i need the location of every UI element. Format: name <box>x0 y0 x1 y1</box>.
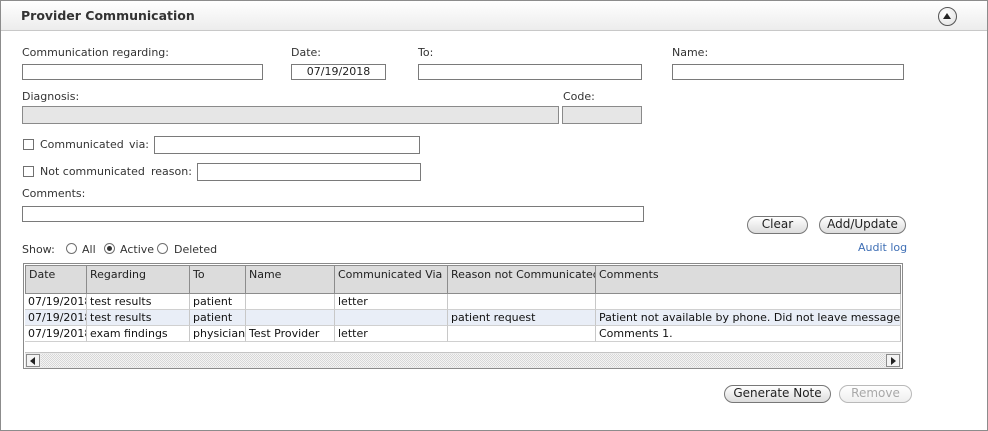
communications-table: Date Regarding To Name Communicated Via … <box>23 263 903 369</box>
table-cell: Test Provider <box>246 326 335 342</box>
to-input[interactable] <box>418 64 642 80</box>
name-label: Name: <box>672 46 709 59</box>
table-cell <box>246 294 335 310</box>
show-all-label: All <box>82 243 96 256</box>
table-cell: test results <box>87 294 190 310</box>
table-cell: Comments 1. <box>596 326 901 342</box>
not-communicated-label: Not communicated <box>40 165 145 178</box>
column-header-date[interactable]: Date <box>25 265 87 294</box>
table-cell <box>596 294 901 310</box>
diagnosis-label: Diagnosis: <box>22 90 80 103</box>
table-cell: Patient not available by phone. Did not … <box>596 310 901 326</box>
code-label: Code: <box>563 90 595 103</box>
audit-log-link[interactable]: Audit log <box>858 241 907 254</box>
column-header-reason-not-communicated[interactable]: Reason not Communicated <box>448 265 596 294</box>
column-header-communicated-via[interactable]: Communicated Via <box>335 265 448 294</box>
diagnosis-input[interactable] <box>22 106 559 124</box>
table-cell: letter <box>335 294 448 310</box>
table-cell: 07/19/2018 <box>25 326 87 342</box>
name-input[interactable] <box>672 64 904 80</box>
collapse-up-icon[interactable] <box>938 7 957 26</box>
to-label: To: <box>418 46 434 59</box>
table-cell: 07/19/2018 <box>25 310 87 326</box>
generate-note-button[interactable]: Generate Note <box>724 385 831 403</box>
communication-regarding-label: Communication regarding: <box>22 46 169 59</box>
reason-label: reason: <box>151 165 192 178</box>
show-label: Show: <box>22 243 55 256</box>
table-cell <box>448 326 596 342</box>
table-cell <box>335 310 448 326</box>
table-cell: patient <box>190 294 246 310</box>
add-update-button[interactable]: Add/Update <box>819 216 906 234</box>
show-all-radio[interactable] <box>66 243 77 254</box>
table-cell: test results <box>87 310 190 326</box>
reason-input[interactable] <box>197 163 421 181</box>
comments-input[interactable] <box>22 206 644 222</box>
date-label: Date: <box>291 46 321 59</box>
panel-title: Provider Communication <box>21 8 195 23</box>
show-active-label: Active <box>120 243 155 256</box>
remove-button[interactable]: Remove <box>839 385 912 403</box>
not-communicated-checkbox[interactable] <box>23 166 34 177</box>
column-header-name[interactable]: Name <box>246 265 335 294</box>
table-cell <box>448 294 596 310</box>
scroll-right-arrow-icon[interactable] <box>886 354 900 367</box>
table-row[interactable]: 07/19/2018 test results patient letter <box>25 294 901 310</box>
table-header: Date Regarding To Name Communicated Via … <box>25 265 901 294</box>
table-cell: exam findings <box>87 326 190 342</box>
show-deleted-radio[interactable] <box>157 243 168 254</box>
table-cell: patient request <box>448 310 596 326</box>
via-input[interactable] <box>154 136 420 154</box>
panel-header: Provider Communication <box>1 1 987 31</box>
date-input[interactable]: 07/19/2018 <box>291 64 386 80</box>
table-cell: 07/19/2018 <box>25 294 87 310</box>
table-cell <box>246 310 335 326</box>
column-header-to[interactable]: To <box>190 265 246 294</box>
show-deleted-label: Deleted <box>174 243 218 256</box>
communicated-checkbox[interactable] <box>23 139 34 150</box>
table-cell: letter <box>335 326 448 342</box>
table-row[interactable]: 07/19/2018 exam findings physician Test … <box>25 326 901 342</box>
table-cell: patient <box>190 310 246 326</box>
communicated-label: Communicated <box>40 138 124 151</box>
scrollbar-track[interactable] <box>41 354 885 367</box>
scroll-left-arrow-icon[interactable] <box>26 354 40 367</box>
column-header-comments[interactable]: Comments <box>596 265 901 294</box>
horizontal-scrollbar[interactable] <box>25 352 901 368</box>
communication-regarding-input[interactable] <box>22 64 263 80</box>
provider-communication-panel: Provider Communication Communication reg… <box>0 0 988 431</box>
comments-label: Comments: <box>22 187 86 200</box>
table-cell: physician <box>190 326 246 342</box>
table-row[interactable]: 07/19/2018 test results patient patient … <box>25 310 901 326</box>
via-label: via: <box>129 138 150 151</box>
clear-button[interactable]: Clear <box>747 216 808 234</box>
show-active-radio[interactable] <box>104 243 115 254</box>
column-header-regarding[interactable]: Regarding <box>87 265 190 294</box>
code-input[interactable] <box>562 106 642 124</box>
